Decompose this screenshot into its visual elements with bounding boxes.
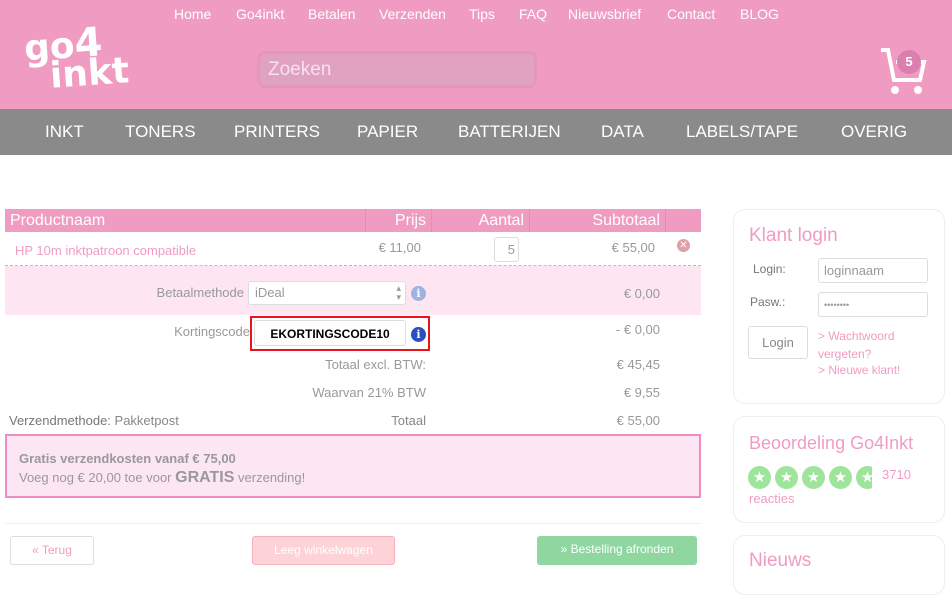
free-shipping-notice: Gratis verzendkosten vanaf € 75,00 Voeg … (5, 434, 701, 498)
toplink-blog[interactable]: BLOG (740, 6, 779, 22)
payment-label: Betaalmethode (156, 285, 244, 300)
excl-vat-value: € 45,45 (616, 357, 660, 372)
empty-cart-button[interactable]: Leeg winkelwagen (252, 536, 395, 565)
nav-toners[interactable]: TONERS (125, 122, 196, 142)
discount-code-input[interactable]: EKORTINGSCODE10 (254, 320, 406, 346)
nav-inkt[interactable]: INKT (45, 122, 84, 142)
payment-cost: € 0,00 (623, 286, 660, 301)
product-subtotal: € 55,00 (611, 240, 655, 255)
total-label: Totaal (391, 413, 426, 428)
password-input[interactable]: •••••••• (818, 292, 928, 317)
notice-bold: GRATIS (175, 469, 235, 486)
toplink-verzenden[interactable]: Verzenden (379, 6, 446, 22)
nav-labels-tape[interactable]: LABELS/TAPE (686, 122, 798, 142)
select-arrows-icon: ▴ ▾ (396, 283, 401, 302)
vat-label: Waarvan 21% BTW (312, 385, 426, 400)
toplink-nieuwsbrief[interactable]: Nieuwsbrief (568, 6, 641, 22)
login-button[interactable]: Login (748, 326, 808, 359)
info-icon[interactable]: i (411, 327, 426, 342)
col-remove (666, 209, 701, 232)
nav-overig[interactable]: OVERIG (841, 122, 907, 142)
discount-amount: - € 0,00 (615, 322, 660, 337)
login-input[interactable]: loginnaam (818, 258, 928, 283)
notice-line1: Gratis verzendkosten vanaf € 75,00 (19, 451, 236, 466)
info-icon[interactable]: i (411, 286, 426, 301)
login-title: Klant login (749, 225, 838, 246)
toplink-faq[interactable]: FAQ (519, 6, 547, 22)
total-value: € 55,00 (616, 413, 660, 428)
payment-select[interactable]: iDeal ▴ ▾ (248, 281, 406, 305)
password-label: Pasw.: (750, 295, 786, 309)
nav-data[interactable]: DATA (601, 122, 644, 142)
rating-title: Beoordeling Go4Inkt (749, 433, 914, 453)
rating-suffix: reacties (749, 491, 795, 506)
shipping-label: Verzendmethode: (9, 413, 111, 428)
shipping-method: Verzendmethode: Pakketpost (9, 413, 179, 428)
vat-value: € 9,55 (623, 385, 660, 400)
star-icon-partial: ★ (856, 466, 872, 489)
excl-vat-label: Totaal excl. BTW: (325, 357, 426, 372)
login-label: Login: (753, 262, 786, 276)
payment-select-value: iDeal (255, 285, 285, 300)
forgot-password-link[interactable]: > Wachtwoord vergeten? (818, 327, 928, 363)
rating-count: 3710 (882, 467, 911, 482)
nav-papier[interactable]: PAPIER (357, 122, 418, 142)
notice-line2: Voeg nog € 20,00 toe voor GRATIS verzend… (19, 468, 687, 487)
remove-icon[interactable]: ✕ (677, 239, 690, 252)
col-aantal: Aantal (432, 209, 530, 232)
checkout-button[interactable]: » Bestelling afronden (537, 536, 697, 565)
toplink-tips[interactable]: Tips (469, 6, 495, 22)
star-icon: ★ (775, 466, 798, 489)
notice-post: verzending! (238, 470, 306, 485)
news-card: Nieuws (733, 535, 945, 595)
toplink-contact[interactable]: Contact (667, 6, 715, 22)
logo[interactable]: go4 inkt (23, 19, 131, 96)
toplink-betalen[interactable]: Betalen (308, 6, 355, 22)
cart-count-badge: 5 (897, 50, 921, 74)
col-productnaam: Productnaam (5, 209, 366, 232)
product-name-link[interactable]: HP 10m inktpatroon compatible (15, 243, 196, 258)
nav-batterijen[interactable]: BATTERIJEN (458, 122, 561, 142)
star-icon: ★ (748, 466, 771, 489)
news-title: Nieuws (749, 550, 812, 571)
divider (5, 523, 701, 524)
notice-pre: Voeg nog € 20,00 toe voor (19, 470, 172, 485)
quantity-input[interactable]: 5 (494, 237, 519, 262)
back-button[interactable]: « Terug (10, 536, 94, 565)
star-icon: ★ (802, 466, 825, 489)
discount-label: Kortingscode (174, 324, 250, 339)
star-icon: ★ (829, 466, 852, 489)
new-customer-link[interactable]: > Nieuwe klant! (818, 363, 900, 377)
toplink-go4inkt[interactable]: Go4inkt (236, 6, 284, 22)
toplink-home[interactable]: Home (174, 6, 211, 22)
col-subtotaal: Subtotaal (530, 209, 666, 232)
shipping-value: Pakketpost (114, 413, 179, 428)
nav-printers[interactable]: PRINTERS (234, 122, 320, 142)
search-input[interactable]: Zoeken (257, 51, 537, 88)
product-price: € 11,00 (378, 240, 421, 255)
login-card: Klant login Login: loginnaam Pasw.: ••••… (733, 209, 945, 404)
main-nav: INKT TONERS PRINTERS PAPIER BATTERIJEN D… (0, 109, 952, 155)
col-prijs: Prijs (366, 209, 432, 232)
